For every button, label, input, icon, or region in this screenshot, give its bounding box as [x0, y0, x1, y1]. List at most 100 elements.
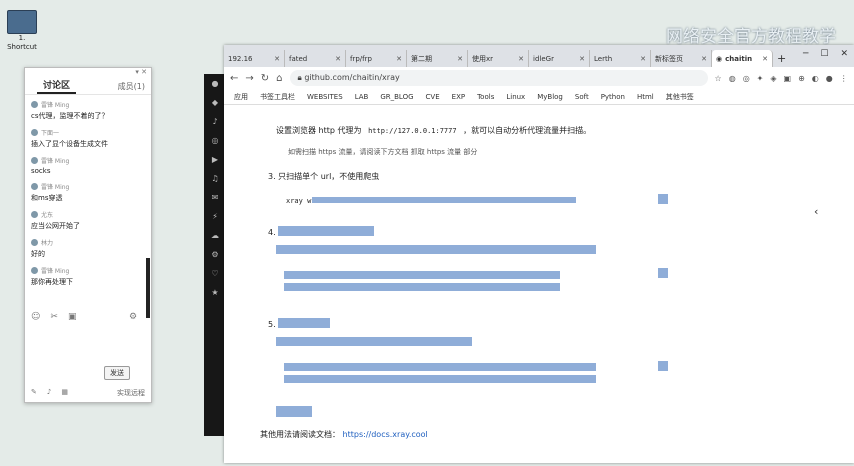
send-button[interactable]: 发送 — [104, 366, 130, 380]
tab-discussion[interactable]: 讨论区 — [37, 78, 77, 94]
highlight-bar — [284, 283, 560, 291]
extension-icon[interactable]: ◐ — [812, 74, 819, 83]
bookmark[interactable]: GR_BLOG — [380, 93, 413, 101]
extension-icon[interactable]: ⊕ — [798, 74, 805, 83]
close-icon[interactable]: ✕ — [396, 55, 402, 63]
bookmark[interactable]: 其他书签 — [666, 92, 694, 102]
browser-tab[interactable]: 使用xr ✕ — [468, 50, 529, 67]
bookmark[interactable]: Python — [601, 93, 625, 101]
minimize-icon[interactable]: ─ — [803, 49, 808, 59]
app-icon[interactable]: ● — [210, 79, 220, 93]
app-icon[interactable]: ★ — [210, 288, 220, 302]
close-icon[interactable]: ✕ — [701, 55, 707, 63]
chat-tabs: 讨论区 成员(1) — [25, 78, 151, 95]
extension-icon[interactable]: ◍ — [729, 74, 736, 83]
close-icon[interactable]: ✕ — [762, 55, 768, 63]
tab-strip: 192.16 ✕ fated ✕ frp/frp ✕ 第二期 ✕ 使用xr ✕ idleG… — [224, 45, 854, 67]
window-controls[interactable]: ▾ ✕ — [25, 68, 151, 78]
reload-icon[interactable]: ↻ — [261, 73, 269, 84]
home-icon[interactable]: ⌂ — [276, 73, 282, 84]
highlight-bar — [278, 226, 374, 236]
bookmark[interactable]: MyBlog — [537, 93, 563, 101]
browser-tab[interactable]: Lerth ✕ — [590, 50, 651, 67]
watermark: 网络安全官方教程教学 — [666, 27, 836, 47]
image-icon[interactable]: ▣ — [68, 312, 77, 322]
browser-tab[interactable]: frp/frp ✕ — [346, 50, 407, 67]
browser-tab[interactable]: idleGr ✕ — [529, 50, 590, 67]
browser-tab[interactable]: 新标签页 ✕ — [651, 50, 712, 67]
menu-icon[interactable]: ⋮ — [840, 74, 848, 83]
bookmark[interactable]: 书签工具栏 — [260, 92, 295, 102]
extension-icon[interactable]: ◎ — [743, 74, 750, 83]
close-icon[interactable]: ✕ — [579, 55, 585, 63]
back-icon[interactable]: ← — [230, 73, 238, 84]
grid-icon[interactable]: ▦ — [61, 388, 68, 398]
chevron-left-icon[interactable]: ‹ — [814, 205, 818, 218]
pen-icon[interactable]: ✎ — [31, 388, 37, 398]
close-icon[interactable]: ✕ — [640, 55, 646, 63]
star-icon[interactable]: ☆ — [715, 74, 722, 83]
forward-icon[interactable]: → — [245, 73, 253, 84]
app-icon[interactable]: ⚡ — [210, 212, 220, 226]
bookmark[interactable]: 应用 — [234, 92, 248, 102]
close-icon[interactable]: ✕ — [457, 55, 463, 63]
browser-tab[interactable]: 第二期 ✕ — [407, 50, 468, 67]
maximize-icon[interactable]: ☐ — [820, 49, 828, 59]
browser-tab-active[interactable]: ◉ chaitin ✕ — [712, 50, 773, 67]
bookmark[interactable]: Soft — [575, 93, 589, 101]
settings-icon[interactable]: ⚙ — [129, 312, 137, 322]
bookmark[interactable]: Tools — [477, 93, 494, 101]
address-bar[interactable]: 🔒︎ github.com/chaitin/xray — [289, 70, 708, 86]
browser-tab[interactable]: fated ✕ — [285, 50, 346, 67]
doc-line: 设置浏览器 http 代理为 http://127.0.0.1:7777 ，就可… — [276, 125, 591, 136]
extension-icon[interactable]: ◈ — [770, 74, 776, 83]
bookmark[interactable]: Linux — [506, 93, 525, 101]
close-icon[interactable]: ✕ — [274, 55, 280, 63]
browser-tab[interactable]: 192.16 ✕ — [224, 50, 285, 67]
bookmark[interactable]: CVE — [426, 93, 440, 101]
close-icon[interactable]: ✕ — [840, 49, 848, 59]
new-tab-button[interactable]: + — [773, 50, 799, 67]
footer-link[interactable]: 实现远程 — [117, 388, 145, 398]
speaker-icon[interactable]: ♪ — [47, 388, 51, 398]
app-icon[interactable]: ♫ — [210, 174, 220, 188]
avatar — [31, 267, 38, 274]
app-icon[interactable]: ✉ — [210, 193, 220, 207]
copy-icon[interactable] — [658, 361, 668, 371]
highlight-bar — [278, 318, 330, 328]
app-icon[interactable]: ◎ — [210, 136, 220, 150]
app-icon[interactable]: ◆ — [210, 98, 220, 112]
desktop-shortcut[interactable]: 1. Shortcut — [4, 10, 40, 52]
tab-label: idleGr — [533, 54, 554, 63]
doc-text: 设置浏览器 http 代理为 — [276, 126, 362, 135]
bookmark[interactable]: WEBSITES — [307, 93, 343, 101]
app-icon[interactable]: ♪ — [210, 117, 220, 131]
app-icon[interactable]: ♡ — [210, 269, 220, 283]
copy-icon[interactable] — [658, 194, 668, 204]
app-icon[interactable]: ▶ — [210, 155, 220, 169]
app-icon[interactable]: ☁ — [210, 231, 220, 245]
doc-text: ，就可以自动分析代理流量并扫描。 — [463, 126, 592, 135]
extension-icon[interactable]: ✦ — [757, 74, 764, 83]
bookmark[interactable]: LAB — [355, 93, 369, 101]
app-icon[interactable]: ⚙ — [210, 250, 220, 264]
extension-icon[interactable]: ▣ — [784, 74, 792, 83]
highlight-bar — [312, 197, 576, 203]
scrollbar[interactable] — [146, 258, 150, 318]
bookmark[interactable]: Html — [637, 93, 654, 101]
tab-members[interactable]: 成员(1) — [118, 81, 145, 92]
highlight-bar — [276, 406, 312, 417]
message-text: 好的 — [31, 250, 45, 258]
shortcut-label-2: Shortcut — [7, 43, 37, 51]
bookmark[interactable]: EXP — [452, 93, 465, 101]
message-user: 下面一 — [41, 130, 60, 137]
scissors-icon[interactable]: ✂ — [50, 312, 58, 322]
close-icon[interactable]: ✕ — [518, 55, 524, 63]
docs-link[interactable]: https://docs.xray.cool — [343, 430, 428, 439]
close-icon[interactable]: ✕ — [335, 55, 341, 63]
step-3: 3. 只扫描单个 url，不使用爬虫 — [268, 172, 380, 181]
profile-icon[interactable]: ● — [826, 74, 833, 83]
emoji-icon[interactable]: ☺ — [31, 312, 40, 322]
tab-label: fated — [289, 54, 308, 63]
copy-icon[interactable] — [658, 268, 668, 278]
